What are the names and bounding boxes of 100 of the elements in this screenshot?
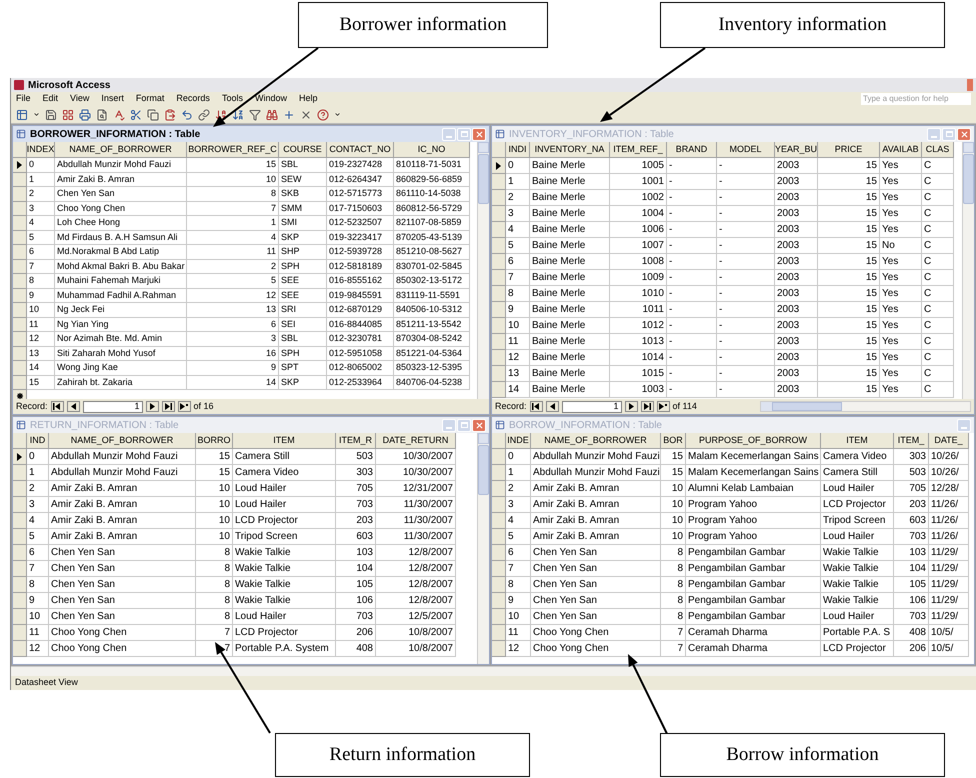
column-header[interactable]: BORRO	[196, 433, 233, 449]
vertical-scrollbar[interactable]	[962, 142, 974, 399]
table-cell: 15	[818, 254, 880, 270]
previous-record-button[interactable]	[66, 401, 80, 412]
record-number-field[interactable]: 1	[82, 400, 143, 412]
column-header[interactable]: ITEM_REF_	[610, 142, 667, 158]
column-header[interactable]: ITEM	[821, 433, 894, 449]
last-record-button[interactable]	[162, 401, 175, 412]
menu-item[interactable]: Records	[176, 92, 210, 106]
column-header[interactable]: PURPOSE_OF_BORROW	[686, 433, 821, 449]
column-header[interactable]: NAME_OF_BORROWER	[531, 433, 661, 449]
help-field[interactable]: Type a question for help	[861, 93, 971, 105]
column-header[interactable]: BOR	[661, 433, 686, 449]
close-button[interactable]	[472, 418, 486, 432]
close-button[interactable]	[472, 128, 486, 140]
maximize-button[interactable]	[457, 418, 471, 432]
save-icon[interactable]	[45, 108, 57, 120]
column-header[interactable]: IND	[27, 433, 49, 449]
minimize-button[interactable]	[442, 128, 456, 140]
column-header[interactable]: MODEL	[717, 142, 775, 158]
next-record-button[interactable]	[624, 401, 638, 412]
print-preview-icon[interactable]	[96, 108, 108, 120]
grid-icon[interactable]	[62, 108, 74, 120]
table-cell: 4	[506, 513, 531, 529]
column-header[interactable]: BORROWER_REF_C	[187, 142, 279, 158]
table-cell: Tripod Screen	[821, 513, 894, 529]
menu-item[interactable]: Insert	[101, 92, 124, 106]
copy-icon[interactable]	[147, 108, 159, 120]
column-header[interactable]: NAME_OF_BORROWER	[49, 433, 196, 449]
paste-icon[interactable]	[164, 108, 176, 120]
table-cell: C	[922, 238, 954, 254]
table-cell: 15	[818, 174, 880, 190]
column-header[interactable]: ITEM	[233, 433, 336, 449]
column-header[interactable]: INVENTORY_NA	[530, 142, 610, 158]
row-selector[interactable]	[13, 158, 27, 172]
vertical-scrollbar[interactable]	[477, 433, 489, 664]
column-header[interactable]: ITEM_R	[336, 433, 376, 449]
binoculars-icon[interactable]	[266, 108, 278, 120]
table-cell: 7	[506, 561, 531, 577]
first-record-button[interactable]	[530, 401, 543, 412]
column-header[interactable]: INDEX	[27, 142, 55, 158]
vertical-scrollbar[interactable]	[477, 142, 489, 399]
first-record-button[interactable]	[50, 401, 64, 412]
help-icon[interactable]	[317, 108, 329, 120]
horizontal-scrollbar[interactable]	[760, 401, 971, 412]
last-record-button[interactable]	[640, 401, 654, 412]
column-header[interactable]: IC_NO	[394, 142, 470, 158]
minimize-button[interactable]	[442, 418, 456, 432]
table-cell: Pengambilan Gambar	[686, 609, 821, 625]
maximize-button[interactable]	[457, 128, 471, 140]
row-selector[interactable]	[492, 158, 506, 174]
column-header[interactable]: AVAILAB	[880, 142, 922, 158]
link-icon[interactable]	[198, 108, 210, 120]
table-cell: C	[922, 222, 954, 238]
column-header[interactable]: INDI	[506, 142, 530, 158]
delete-record-icon[interactable]	[300, 108, 312, 120]
menu-item[interactable]: Edit	[42, 92, 58, 106]
column-header[interactable]: DATE_	[929, 433, 969, 449]
spelling-icon[interactable]	[113, 108, 125, 120]
minimize-button[interactable]	[927, 128, 941, 140]
table-cell: 106	[336, 593, 376, 609]
column-header[interactable]: INDE	[506, 433, 531, 449]
menu-item[interactable]: Window	[254, 92, 287, 106]
menu-item[interactable]: File	[16, 92, 31, 106]
menu-item[interactable]: Tools	[222, 92, 243, 106]
column-header[interactable]: DATE_RETURN	[376, 433, 456, 449]
row-selector[interactable]	[13, 449, 27, 465]
column-header[interactable]: CONTACT_NO	[327, 142, 394, 158]
cut-icon[interactable]	[130, 108, 142, 120]
sort-descending-icon[interactable]	[232, 108, 244, 120]
close-button[interactable]	[957, 128, 971, 140]
new-record-icon[interactable]	[283, 108, 295, 120]
view-icon[interactable]	[16, 108, 28, 120]
previous-record-button[interactable]	[546, 401, 559, 412]
table-cell: C	[922, 302, 954, 318]
minimize-button[interactable]	[957, 418, 971, 432]
maximize-button[interactable]	[942, 128, 956, 140]
column-header[interactable]: YEAR_BU	[775, 142, 818, 158]
column-header[interactable]: PRICE	[818, 142, 880, 158]
table-cell: 11/29/	[929, 545, 969, 561]
horizontal-scrollbar[interactable]	[11, 666, 976, 676]
undo-icon[interactable]	[181, 108, 193, 120]
column-header[interactable]: BRAND	[667, 142, 717, 158]
record-number-field[interactable]: 1	[562, 400, 622, 412]
column-header[interactable]: ITEM_	[894, 433, 929, 449]
next-record-button[interactable]	[146, 401, 159, 412]
column-header[interactable]: NAME_OF_BORROWER	[55, 142, 187, 158]
column-header[interactable]: CLAS	[922, 142, 954, 158]
menu-item[interactable]: View	[70, 92, 90, 106]
table-icon	[16, 420, 26, 430]
dropdown-caret-icon[interactable]	[33, 111, 40, 118]
column-header[interactable]: COURSE	[279, 142, 327, 158]
new-record-button[interactable]	[178, 401, 191, 412]
print-icon[interactable]	[79, 108, 91, 120]
dropdown-caret-icon[interactable]	[334, 111, 341, 118]
menu-item[interactable]: Help	[298, 92, 318, 106]
table-cell: -	[717, 270, 775, 286]
filter-icon[interactable]	[249, 108, 261, 120]
menu-item[interactable]: Format	[136, 92, 164, 106]
new-record-button[interactable]	[656, 401, 670, 412]
